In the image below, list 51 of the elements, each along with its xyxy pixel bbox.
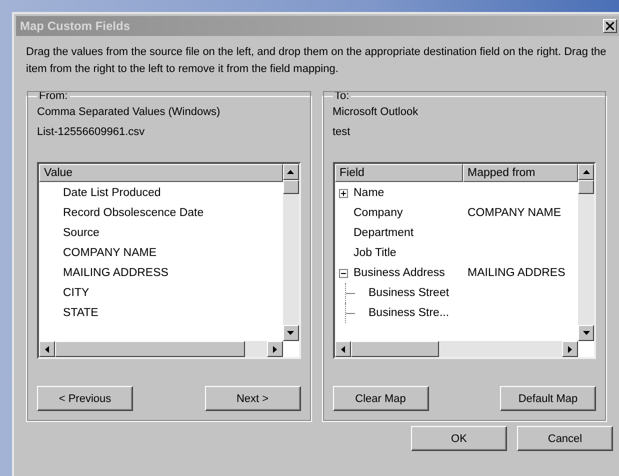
- mapped-value: COMPANY NAME: [468, 206, 562, 221]
- map-button[interactable]: Default Map: [500, 386, 596, 411]
- column-header[interactable]: Value: [39, 164, 282, 182]
- column-header[interactable]: Mapped from: [462, 164, 578, 182]
- expander-icon[interactable]: [338, 188, 348, 198]
- field-name[interactable]: Business Stre...: [368, 303, 450, 323]
- list-item[interactable]: STATE: [39, 303, 98, 323]
- window-title: Map Custom Fields: [20, 19, 130, 33]
- field-name[interactable]: Business Street: [368, 283, 450, 303]
- mapped-value: MAILING ADDRES: [468, 266, 566, 281]
- field-name[interactable]: Department: [354, 223, 414, 243]
- map-button[interactable]: Clear Map: [332, 386, 428, 411]
- down-arrow-icon: [582, 331, 590, 335]
- vertical-scrollbar[interactable]: [578, 164, 594, 341]
- dialog-button[interactable]: OK: [411, 426, 507, 451]
- list-item[interactable]: COMPANY NAME: [39, 243, 157, 263]
- list-item[interactable]: Record Obsolescence Date: [39, 203, 204, 223]
- scroll-thumb[interactable]: [578, 180, 594, 194]
- field-name[interactable]: Job Title: [354, 243, 396, 263]
- up-arrow-icon: [287, 170, 294, 174]
- scroll-thumb[interactable]: [350, 341, 438, 357]
- field-name[interactable]: Company: [354, 203, 403, 223]
- scroll-thumb[interactable]: [55, 341, 245, 357]
- file-name: List-12556609961.csv: [37, 126, 146, 140]
- list-item[interactable]: MAILING ADDRESS: [39, 263, 168, 283]
- left-arrow-icon: [45, 346, 49, 352]
- source-name: Comma Separated Values (Windows): [37, 106, 222, 120]
- close-icon: [606, 22, 614, 30]
- nav-button[interactable]: Next >: [204, 386, 300, 411]
- vertical-scrollbar[interactable]: [282, 164, 298, 341]
- scroll-thumb[interactable]: [282, 180, 298, 194]
- instructions-text: Drag the values from the source file on the left, and drop them on the appropriate destination field on the right. Drag the item from the right to the left to remove it from the field mapping.: [26, 45, 607, 77]
- nav-button[interactable]: < Previous: [37, 386, 133, 411]
- horizontal-scrollbar[interactable]: [334, 341, 578, 357]
- horizontal-scrollbar[interactable]: [39, 341, 282, 357]
- expander-icon[interactable]: [338, 268, 348, 278]
- up-arrow-icon: [582, 170, 590, 174]
- target-name: Microsoft Outlook: [332, 106, 420, 120]
- dialog-button[interactable]: Cancel: [517, 426, 613, 451]
- field-name[interactable]: Name: [354, 183, 384, 203]
- close-button[interactable]: [603, 19, 617, 33]
- down-arrow-icon: [287, 331, 294, 335]
- right-arrow-icon: [272, 346, 276, 352]
- folder-name: test: [332, 126, 352, 140]
- list-item[interactable]: Source: [39, 223, 100, 243]
- column-header[interactable]: Field: [334, 164, 462, 182]
- field-name[interactable]: Business Address: [354, 263, 445, 283]
- list-item[interactable]: CITY: [39, 283, 90, 303]
- list-item[interactable]: Date List Produced: [39, 183, 161, 203]
- right-arrow-icon: [568, 346, 572, 352]
- left-arrow-icon: [340, 346, 344, 352]
